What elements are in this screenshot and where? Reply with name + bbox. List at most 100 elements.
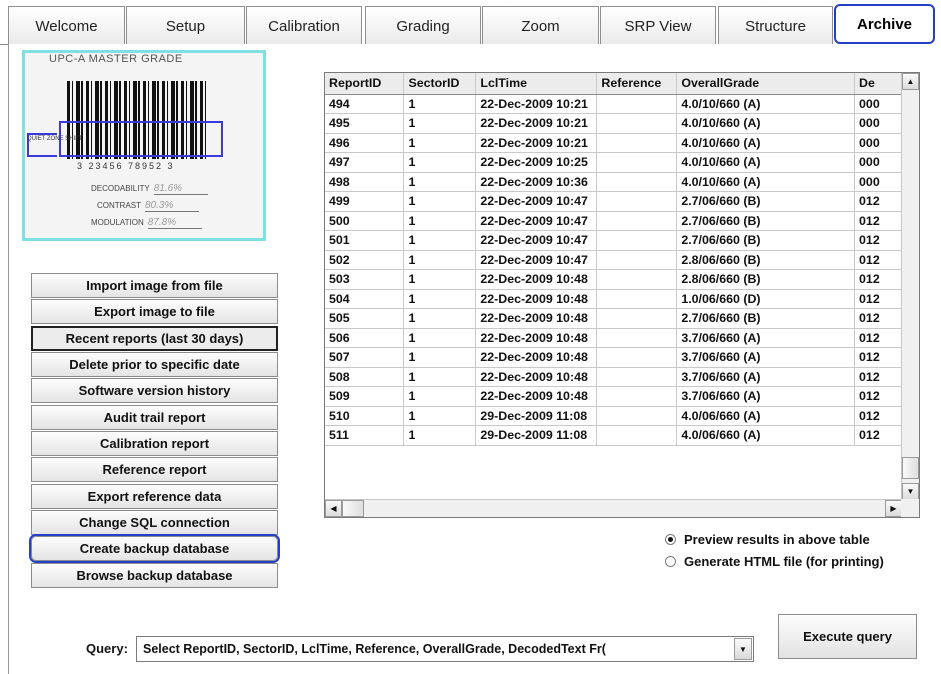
table-row[interactable]: 504 1 22-Dec-2009 10:48 1.0/06/660 (D) 012 [325, 289, 903, 309]
table-cell-lcltime: 22-Dec-2009 10:47 [475, 211, 598, 231]
table-row[interactable]: 498 1 22-Dec-2009 10:36 4.0/10/660 (A) 000 [325, 172, 903, 192]
scroll-up-icon[interactable]: ▲ [902, 73, 919, 90]
table-cell-lcltime: 22-Dec-2009 10:47 [475, 230, 598, 251]
table-cell-reportid: 495 [325, 113, 405, 134]
tab-archive[interactable]: Archive [834, 4, 935, 44]
browse-backup-database-button[interactable]: Browse backup database [31, 562, 278, 588]
table-row[interactable]: 496 1 22-Dec-2009 10:21 4.0/10/660 (A) 000 [325, 133, 903, 153]
table-row[interactable]: 501 1 22-Dec-2009 10:47 2.7/06/660 (B) 012 [325, 230, 903, 251]
table-row[interactable]: 497 1 22-Dec-2009 10:25 4.0/10/660 (A) 000 [325, 152, 903, 173]
table-cell-reference [596, 250, 678, 270]
table-cell-de: 012 [854, 347, 903, 368]
create-backup-database-button[interactable]: Create backup database [31, 536, 278, 562]
table-cell-lcltime: 22-Dec-2009 10:47 [475, 191, 598, 212]
radio-button[interactable] [665, 533, 676, 545]
tab-structure[interactable]: Structure [718, 6, 833, 45]
table-row[interactable]: 509 1 22-Dec-2009 10:48 3.7/06/660 (A) 012 [325, 386, 903, 407]
tab-calibration[interactable]: Calibration [246, 6, 362, 45]
table-cell-reportid: 499 [325, 191, 405, 212]
option-preview-results-in-above-table[interactable]: Preview results in above table [665, 528, 884, 550]
radio-button[interactable] [665, 555, 676, 567]
import-image-from-file-button[interactable]: Import image from file [31, 273, 278, 298]
tab-setup[interactable]: Setup [126, 6, 245, 45]
horizontal-scrollbar[interactable]: ◀ ▶ [325, 499, 903, 517]
table-cell-lcltime: 22-Dec-2009 10:47 [475, 250, 598, 270]
table-row[interactable]: 503 1 22-Dec-2009 10:48 2.8/06/660 (B) 012 [325, 269, 903, 290]
query-text[interactable]: Select ReportID, SectorID, LclTime, Refe… [143, 642, 734, 656]
table-cell-reference [596, 289, 678, 309]
recent-reports-last-30-days-button[interactable]: Recent reports (last 30 days) [31, 325, 278, 351]
data-grid: ReportID SectorID LclTime Reference OverallG… [325, 73, 903, 446]
scroll-down-icon[interactable]: ▼ [902, 483, 919, 500]
table-cell-de: 012 [854, 308, 903, 329]
table-cell-reference [596, 133, 678, 153]
chevron-down-icon[interactable]: ▼ [734, 638, 752, 660]
table-cell-sectorid: 1 [403, 425, 477, 446]
table-cell-reference [596, 269, 678, 290]
table-cell-reference [596, 152, 678, 173]
export-reference-data-button[interactable]: Export reference data [31, 483, 278, 509]
table-row[interactable]: 500 1 22-Dec-2009 10:47 2.7/06/660 (B) 012 [325, 211, 903, 231]
table-cell-lcltime: 22-Dec-2009 10:21 [475, 133, 598, 153]
option-label: Preview results in above table [684, 531, 870, 547]
column-header-reportid[interactable]: ReportID [325, 73, 405, 95]
barcode-preview-image: UPC-A MASTER GRADE QUIET ZONE SHIFT 3 23… [22, 50, 266, 241]
table-cell-sectorid: 1 [403, 113, 477, 134]
reference-report-button[interactable]: Reference report [31, 457, 278, 483]
table-cell-lcltime: 29-Dec-2009 11:08 [475, 406, 598, 426]
table-cell-reference [596, 211, 678, 231]
table-cell-sectorid: 1 [403, 172, 477, 192]
table-cell-de: 000 [854, 172, 903, 192]
execute-query-button[interactable]: Execute query [778, 614, 917, 659]
table-cell-reportid: 497 [325, 152, 405, 173]
table-row[interactable]: 506 1 22-Dec-2009 10:48 3.7/06/660 (A) 012 [325, 328, 903, 348]
table-cell-de: 012 [854, 269, 903, 290]
table-cell-reference [596, 406, 678, 426]
preview-field-value: 81.6% [153, 183, 208, 195]
table-cell-lcltime: 22-Dec-2009 10:48 [475, 269, 598, 290]
scroll-left-icon[interactable]: ◀ [325, 500, 342, 517]
table-cell-overallgrade: 4.0/10/660 (A) [676, 94, 856, 114]
table-cell-lcltime: 22-Dec-2009 10:48 [475, 367, 598, 387]
table-row[interactable]: 507 1 22-Dec-2009 10:48 3.7/06/660 (A) 012 [325, 347, 903, 368]
table-row[interactable]: 494 1 22-Dec-2009 10:21 4.0/10/660 (A) 000 [325, 94, 903, 114]
table-cell-overallgrade: 3.7/06/660 (A) [676, 347, 856, 368]
delete-prior-to-specific-date-button[interactable]: Delete prior to specific date [31, 352, 278, 378]
query-combobox[interactable]: Select ReportID, SectorID, LclTime, Refe… [136, 636, 754, 662]
table-cell-overallgrade: 2.7/06/660 (B) [676, 211, 856, 231]
tab-grading[interactable]: Grading [365, 6, 481, 45]
tab-zoom[interactable]: Zoom [482, 6, 599, 45]
table-row[interactable]: 505 1 22-Dec-2009 10:48 2.7/06/660 (B) 012 [325, 308, 903, 329]
software-version-history-button[interactable]: Software version history [31, 378, 278, 404]
audit-trail-report-button[interactable]: Audit trail report [31, 404, 278, 430]
column-header-sectorid[interactable]: SectorID [403, 73, 477, 95]
table-row[interactable]: 508 1 22-Dec-2009 10:48 3.7/06/660 (A) 012 [325, 367, 903, 387]
change-sql-connection-button[interactable]: Change SQL connection [31, 510, 278, 536]
table-cell-sectorid: 1 [403, 269, 477, 290]
table-cell-overallgrade: 2.8/06/660 (B) [676, 250, 856, 270]
column-header-overallgrade[interactable]: OverallGrade [676, 73, 856, 95]
vertical-scrollbar[interactable]: ▲ ▼ [901, 73, 919, 500]
tab-welcome[interactable]: Welcome [8, 6, 125, 45]
preview-title: UPC-A MASTER GRADE [49, 53, 183, 65]
table-cell-sectorid: 1 [403, 308, 477, 329]
table-row[interactable]: 495 1 22-Dec-2009 10:21 4.0/10/660 (A) 000 [325, 113, 903, 134]
tab-srp-view[interactable]: SRP View [600, 6, 716, 45]
hscroll-thumb[interactable] [342, 500, 364, 517]
export-image-to-file-button[interactable]: Export image to file [31, 299, 278, 325]
table-cell-reportid: 504 [325, 289, 405, 309]
table-cell-reportid: 501 [325, 230, 405, 251]
table-row[interactable]: 502 1 22-Dec-2009 10:47 2.8/06/660 (B) 012 [325, 250, 903, 270]
option-generate-html-file-for-printing[interactable]: Generate HTML file (for printing) [665, 550, 884, 572]
calibration-report-button[interactable]: Calibration report [31, 431, 278, 457]
scroll-thumb[interactable] [902, 457, 919, 479]
table-row[interactable]: 511 1 29-Dec-2009 11:08 4.0/06/660 (A) 012 [325, 425, 903, 446]
scroll-right-icon[interactable]: ▶ [885, 500, 902, 517]
column-header-de[interactable]: De [854, 73, 903, 95]
column-header-reference[interactable]: Reference [596, 73, 678, 95]
table-cell-de: 012 [854, 367, 903, 387]
output-options: Preview results in above table Generate H… [665, 528, 884, 572]
table-row[interactable]: 510 1 29-Dec-2009 11:08 4.0/06/660 (A) 012 [325, 406, 903, 426]
column-header-lcltime[interactable]: LclTime [475, 73, 598, 95]
table-row[interactable]: 499 1 22-Dec-2009 10:47 2.7/06/660 (B) 012 [325, 191, 903, 212]
